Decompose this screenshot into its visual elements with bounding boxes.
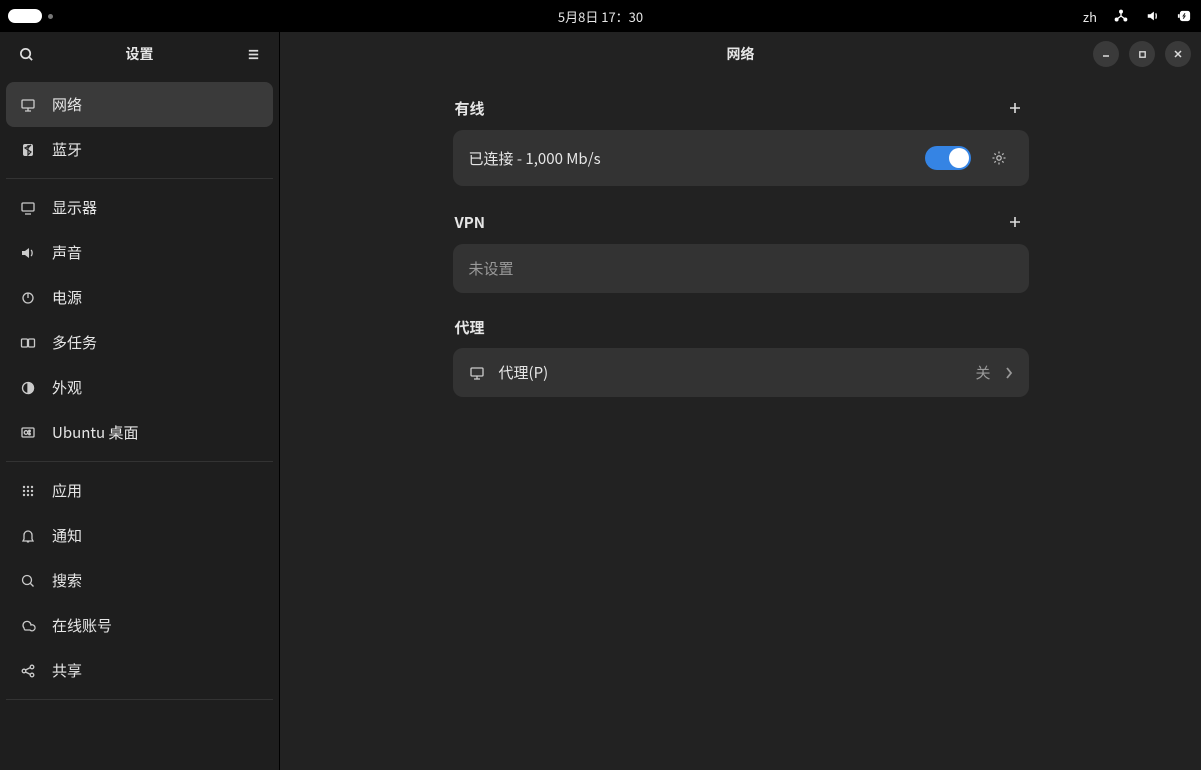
vpn-heading: VPN	[455, 212, 486, 233]
bluetooth-icon	[18, 140, 38, 160]
sidebar-item-bluetooth[interactable]: 蓝牙	[6, 127, 273, 172]
sidebar-item-label: 应用	[52, 480, 82, 501]
input-method-indicator[interactable]: zh	[1083, 7, 1097, 26]
main-panel: 网络 有线	[280, 32, 1201, 770]
sidebar-item-label: 共享	[52, 660, 82, 681]
ubuntu-icon	[18, 423, 38, 443]
activities-pill-icon	[8, 9, 42, 23]
proxy-section: 代理 代理(P) 关	[453, 317, 1029, 397]
sidebar-item-label: 外观	[52, 377, 82, 398]
proxy-row-label: 代理(P)	[499, 362, 549, 383]
page-title: 网络	[400, 44, 1081, 64]
sidebar-item-label: 显示器	[52, 197, 97, 218]
wired-toggle[interactable]	[925, 146, 971, 170]
proxy-icon	[469, 365, 485, 381]
sidebar-item-label: 声音	[52, 242, 82, 263]
network-icon	[18, 95, 38, 115]
settings-window: 设置 网络蓝牙显示器声音电源多任务外观 Ubuntu 桌面应用通知搜索在线账号共享…	[0, 32, 1201, 770]
workspace-dot-icon	[48, 14, 53, 19]
wired-connection-row: 已连接 - 1,000 Mb/s	[453, 130, 1029, 186]
vpn-status-label: 未设置	[469, 258, 514, 279]
sidebar-separator	[6, 178, 273, 179]
share-icon	[18, 661, 38, 681]
display-icon	[18, 198, 38, 218]
sidebar-title: 设置	[38, 44, 241, 64]
sidebar-item-network[interactable]: 网络	[6, 82, 273, 127]
close-button[interactable]	[1165, 41, 1191, 67]
wired-heading: 有线	[455, 98, 485, 119]
sidebar-item-ubuntu[interactable]: Ubuntu 桌面	[6, 410, 273, 455]
wired-section: 有线 已连接 - 1,000 Mb/s	[453, 96, 1029, 186]
volume-tray-icon[interactable]	[1145, 8, 1161, 24]
wired-status-label: 已连接 - 1,000 Mb/s	[469, 148, 601, 169]
sidebar: 设置 网络蓝牙显示器声音电源多任务外观 Ubuntu 桌面应用通知搜索在线账号共享	[0, 32, 280, 770]
sidebar-item-share[interactable]: 共享	[6, 648, 273, 693]
top-bar: 5月8日 17：30 zh	[0, 0, 1201, 32]
minimize-button[interactable]	[1093, 41, 1119, 67]
sidebar-item-label: 搜索	[52, 570, 82, 591]
sidebar-item-label: 蓝牙	[52, 139, 82, 160]
sidebar-item-label: 在线账号	[52, 615, 112, 636]
sidebar-item-search[interactable]: 搜索	[6, 558, 273, 603]
wired-settings-button[interactable]	[985, 144, 1013, 172]
menu-button[interactable]	[241, 42, 265, 66]
power-icon	[18, 288, 38, 308]
online-icon	[18, 616, 38, 636]
network-tray-icon[interactable]	[1113, 8, 1129, 24]
add-wired-button[interactable]	[1003, 96, 1027, 120]
sidebar-header: 设置	[0, 32, 279, 76]
sidebar-item-sound[interactable]: 声音	[6, 230, 273, 275]
sidebar-item-notifications[interactable]: 通知	[6, 513, 273, 558]
clock[interactable]: 5月8日 17：30	[558, 7, 643, 26]
battery-tray-icon[interactable]	[1177, 8, 1193, 24]
sidebar-item-multitask[interactable]: 多任务	[6, 320, 273, 365]
sidebar-separator	[6, 699, 273, 700]
search-button[interactable]	[14, 42, 38, 66]
sidebar-item-display[interactable]: 显示器	[6, 185, 273, 230]
chevron-right-icon	[1005, 367, 1013, 379]
add-vpn-button[interactable]	[1003, 210, 1027, 234]
sidebar-item-label: 电源	[52, 287, 82, 308]
search-icon	[18, 571, 38, 591]
main-header: 网络	[280, 32, 1201, 76]
sidebar-item-label: 多任务	[52, 332, 97, 353]
sidebar-item-label: 网络	[52, 94, 82, 115]
sidebar-separator	[6, 461, 273, 462]
sidebar-item-label: 通知	[52, 525, 82, 546]
content-area: 有线 已连接 - 1,000 Mb/s	[280, 76, 1201, 770]
proxy-row-value: 关	[975, 362, 990, 383]
sidebar-item-apps[interactable]: 应用	[6, 468, 273, 513]
appearance-icon	[18, 378, 38, 398]
notifications-icon	[18, 526, 38, 546]
sidebar-item-online[interactable]: 在线账号	[6, 603, 273, 648]
sidebar-item-appearance[interactable]: 外观	[6, 365, 273, 410]
vpn-section: VPN 未设置	[453, 210, 1029, 293]
activities-area[interactable]	[8, 9, 53, 23]
sound-icon	[18, 243, 38, 263]
vpn-empty-row: 未设置	[453, 244, 1029, 293]
multitask-icon	[18, 333, 38, 353]
sidebar-item-power[interactable]: 电源	[6, 275, 273, 320]
proxy-heading: 代理	[455, 317, 485, 338]
apps-icon	[18, 481, 38, 501]
maximize-button[interactable]	[1129, 41, 1155, 67]
proxy-row[interactable]: 代理(P) 关	[453, 348, 1029, 397]
sidebar-item-label: Ubuntu 桌面	[52, 422, 138, 443]
